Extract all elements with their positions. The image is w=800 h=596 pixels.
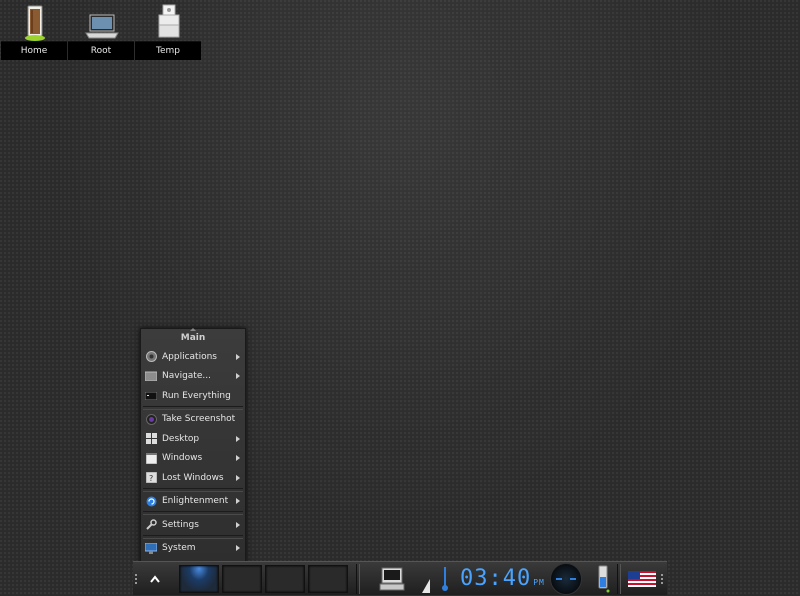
menu-item-lost-windows[interactable]: ? Lost Windows bbox=[141, 468, 245, 488]
menu-item-label: Take Screenshot bbox=[162, 414, 236, 425]
clock-ampm: PM bbox=[533, 578, 545, 587]
submenu-arrow-icon bbox=[236, 545, 240, 552]
shelf-separator bbox=[356, 563, 360, 594]
menu-item-label: Settings bbox=[162, 519, 199, 530]
lost-window-icon: ? bbox=[145, 472, 157, 484]
svg-text:?: ? bbox=[149, 474, 153, 483]
applications-gear-icon bbox=[145, 351, 157, 363]
desktop-icon-label: Root bbox=[68, 41, 134, 60]
menu-item-run-everything[interactable]: Run Everything bbox=[141, 386, 245, 406]
desktop-icon-home[interactable]: Home bbox=[1, 0, 68, 60]
submenu-arrow-icon bbox=[236, 498, 240, 505]
window-icon bbox=[145, 452, 157, 464]
menu-item-system[interactable]: System bbox=[141, 539, 245, 559]
desktop-icon-root[interactable]: Root bbox=[68, 0, 135, 60]
menu-item-windows[interactable]: Windows bbox=[141, 449, 245, 469]
menu-item-label: System bbox=[162, 543, 196, 554]
pager-desktop-1[interactable] bbox=[179, 564, 219, 593]
us-flag-keyboard-layout-icon[interactable] bbox=[624, 564, 660, 594]
desktop-icon-label: Temp bbox=[135, 41, 201, 60]
shelf-grip-right[interactable] bbox=[660, 562, 665, 596]
chevron-up-icon bbox=[150, 574, 160, 583]
shelf: 03:40 PM bbox=[133, 561, 667, 595]
desktop: { "desktop_icons": [ {"label": "Home", "… bbox=[0, 0, 800, 595]
menu-title: Main bbox=[141, 328, 245, 347]
clock-time: 03:40 bbox=[460, 566, 532, 591]
menu-item-label: Desktop bbox=[162, 433, 200, 444]
submenu-arrow-icon bbox=[236, 521, 240, 528]
menu-item-label: Applications bbox=[162, 351, 217, 362]
menu-item-settings[interactable]: Settings bbox=[141, 515, 245, 535]
desktop-icons: Home Root Temp bbox=[1, 0, 202, 60]
submenu-arrow-icon bbox=[236, 353, 240, 360]
main-menu: Main Applications Navigate... Run Everyt… bbox=[140, 328, 246, 564]
submenu-arrow-icon bbox=[236, 474, 240, 481]
menu-item-label: Run Everything bbox=[162, 390, 231, 401]
menu-item-label: Navigate... bbox=[162, 371, 211, 382]
enlightenment-logo-icon bbox=[145, 495, 157, 507]
desktop-icon-label: Home bbox=[1, 41, 67, 60]
home-door-icon bbox=[24, 5, 45, 41]
menu-item-applications[interactable]: Applications bbox=[141, 347, 245, 367]
menu-item-desktop[interactable]: Desktop bbox=[141, 429, 245, 449]
menu-item-navigate[interactable]: Navigate... bbox=[141, 367, 245, 387]
menu-item-label: Windows bbox=[162, 453, 203, 464]
folder-icon bbox=[145, 370, 157, 382]
thermometer-icon[interactable] bbox=[438, 565, 452, 593]
camera-lens-icon bbox=[145, 413, 157, 425]
root-laptop-icon bbox=[84, 14, 119, 39]
desktop-pager bbox=[179, 564, 348, 593]
pager-desktop-3[interactable] bbox=[265, 564, 305, 593]
system-computer-icon bbox=[145, 542, 157, 554]
wrench-icon bbox=[145, 519, 157, 531]
pager-desktop-4[interactable] bbox=[308, 564, 348, 593]
menu-item-label: Enlightenment bbox=[162, 496, 229, 507]
shelf-separator bbox=[616, 563, 621, 594]
mixer-knob-icon[interactable] bbox=[549, 562, 582, 595]
menu-item-label: Lost Windows bbox=[162, 472, 224, 483]
submenu-arrow-icon bbox=[236, 435, 240, 442]
terminal-icon bbox=[145, 390, 157, 402]
pager-desktop-2[interactable] bbox=[222, 564, 262, 593]
menu-item-take-screenshot[interactable]: Take Screenshot bbox=[141, 410, 245, 430]
desktop-grid-icon bbox=[145, 433, 157, 445]
submenu-arrow-icon bbox=[236, 455, 240, 462]
signal-strength-icon[interactable] bbox=[418, 565, 434, 593]
temp-stack-icon bbox=[158, 4, 179, 38]
submenu-arrow-icon bbox=[236, 373, 240, 380]
clock[interactable]: 03:40 PM bbox=[460, 566, 545, 591]
start-menu-button[interactable] bbox=[138, 565, 172, 593]
desktop-icon-temp[interactable]: Temp bbox=[135, 0, 202, 60]
computer-icon[interactable] bbox=[378, 565, 406, 593]
battery-icon[interactable] bbox=[591, 564, 615, 594]
menu-item-enlightenment[interactable]: Enlightenment bbox=[141, 492, 245, 512]
